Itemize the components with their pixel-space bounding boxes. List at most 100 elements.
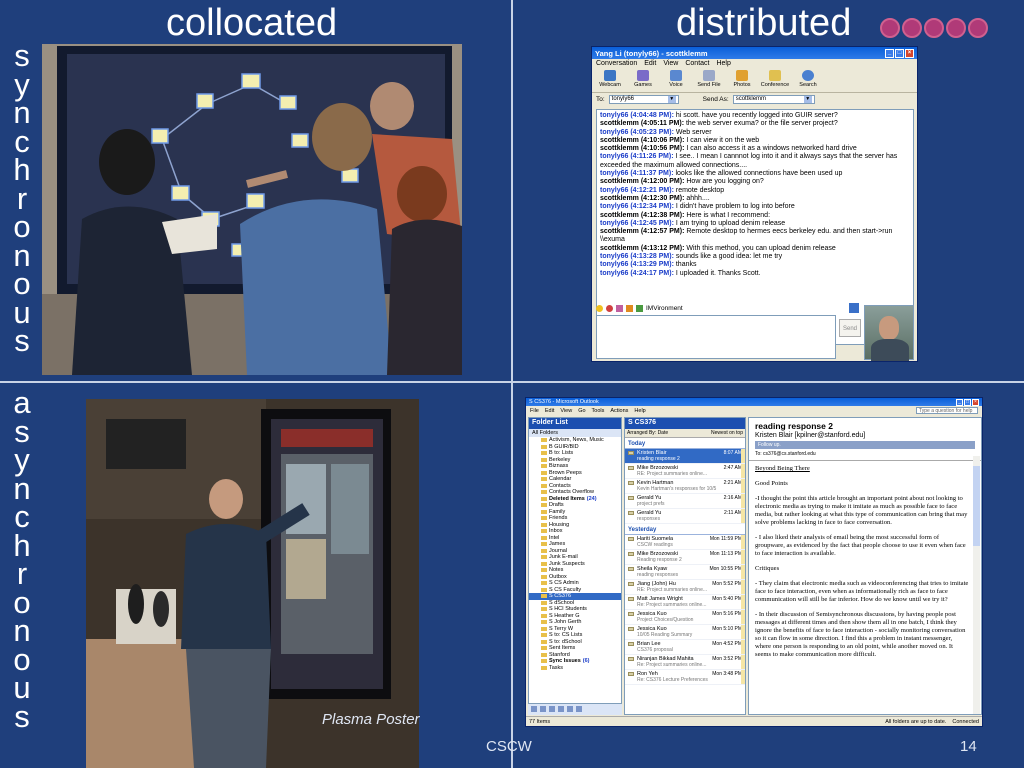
- message-subject: CS376 proposal: [637, 647, 673, 653]
- send-button[interactable]: Send: [839, 319, 861, 337]
- folder-icon: [541, 516, 547, 521]
- flag-icon[interactable]: [741, 509, 745, 523]
- menu-help[interactable]: Help: [716, 60, 730, 68]
- menu-actions[interactable]: Actions: [610, 408, 628, 414]
- message-row[interactable]: Jessica Kuo Mon 5:16 PM Project Choices/Qu…: [625, 610, 745, 625]
- flag-icon[interactable]: [741, 449, 745, 463]
- envelope-icon: [628, 582, 634, 586]
- envelope-icon: [628, 642, 634, 646]
- menu-file[interactable]: File: [530, 408, 539, 414]
- envelope-icon: [628, 537, 634, 541]
- message-sender: scottklemm (4:12:38 PM):: [600, 211, 685, 219]
- group-header[interactable]: Yesterday: [625, 524, 745, 535]
- minimize-icon[interactable]: _: [956, 398, 963, 406]
- send-as-select[interactable]: scottklemm ▼: [732, 94, 815, 104]
- messenger-menubar: Conversation Edit View Contact Help: [592, 59, 917, 69]
- menu-edit[interactable]: Edit: [545, 408, 554, 414]
- flag-icon[interactable]: [741, 479, 745, 493]
- compose-input[interactable]: [596, 315, 836, 359]
- menu-view[interactable]: View: [560, 408, 572, 414]
- message-row[interactable]: Mike Brzozowski 2:47 AM RE: Project summar…: [625, 464, 745, 479]
- folder-icon: [541, 457, 547, 462]
- menu-tools[interactable]: Tools: [592, 408, 605, 414]
- message-row[interactable]: Jessica Kuo Mon 5:10 PM 10/05 Reading Summ…: [625, 625, 745, 640]
- message-row[interactable]: Gerald Yu 2:16 AM project prefs: [625, 494, 745, 509]
- message-row[interactable]: Gerald Yu 2:11 AM responses: [625, 509, 745, 524]
- mail-icon[interactable]: [531, 706, 537, 712]
- flag-icon[interactable]: [741, 580, 745, 594]
- folder-icon: [541, 503, 547, 508]
- reading-paragraph: Good Points: [755, 480, 788, 487]
- voice-button[interactable]: Voice: [664, 70, 688, 91]
- folder-item[interactable]: Tasks: [529, 665, 621, 672]
- folder-icon: [541, 639, 547, 644]
- envelope-icon: [628, 657, 634, 661]
- outlook-titlebar[interactable]: S CS376 - Microsoft Outlook _ □ ×: [526, 398, 982, 406]
- outlook-window[interactable]: S CS376 - Microsoft Outlook _ □ × File Edi…: [525, 397, 983, 727]
- message-row[interactable]: Kevin Hartman 2:21 AM Kevin Hartman's resp…: [625, 479, 745, 494]
- maximize-icon[interactable]: □: [964, 398, 971, 406]
- ask-question-input[interactable]: Type a question for help: [916, 407, 978, 414]
- chat-message: scottklemm (4:13:12 PM): With this metho…: [600, 245, 910, 253]
- synchronous-label: synchronous: [8, 40, 36, 355]
- messenger-titlebar[interactable]: Yang Li (tonyly66) - scottklemm _ □ ×: [592, 47, 917, 59]
- minimize-icon[interactable]: _: [885, 48, 894, 58]
- reading-from[interactable]: Kristen Blair [kpilner@stanford.edu]: [749, 431, 981, 440]
- maximize-icon[interactable]: □: [895, 48, 904, 58]
- send-file-button[interactable]: Send File: [697, 70, 721, 91]
- close-icon[interactable]: ×: [905, 48, 914, 58]
- menu-go[interactable]: Go: [578, 408, 585, 414]
- reading-scrollbar[interactable]: [973, 456, 980, 714]
- flag-icon[interactable]: [741, 464, 745, 478]
- contacts-icon[interactable]: [549, 706, 555, 712]
- message-sender: tonyly66 (4:12:34 PM):: [600, 203, 674, 211]
- flag-icon[interactable]: [741, 625, 745, 639]
- connection-status[interactable]: Connected: [952, 719, 979, 725]
- buddy-icon[interactable]: [849, 303, 859, 313]
- emoticon-icon[interactable]: [596, 305, 603, 312]
- message-row[interactable]: Hariti Suomela Mon 11:59 PM CSCW readings: [625, 535, 745, 550]
- to-select[interactable]: tonyly66 ▼: [608, 94, 679, 104]
- message-row[interactable]: Niranjan Bikkad Mahita Mon 3:52 PM Re: Pro…: [625, 655, 745, 670]
- message-row[interactable]: Jiang (John) Hu Mon 5:52 PM RE: Project su…: [625, 580, 745, 595]
- flag-icon[interactable]: [741, 670, 745, 684]
- flag-icon[interactable]: [741, 595, 745, 609]
- message-row[interactable]: Sheila Kyaw Mon 10:55 PM reading responses: [625, 565, 745, 580]
- audible-icon[interactable]: [616, 305, 623, 312]
- flag-icon[interactable]: [741, 550, 745, 564]
- menu-edit[interactable]: Edit: [644, 60, 656, 68]
- close-icon[interactable]: ×: [972, 398, 979, 406]
- flag-icon[interactable]: [741, 610, 745, 624]
- message-row[interactable]: Matt James Wright Mon 5:40 PM Re: Project …: [625, 595, 745, 610]
- message-row[interactable]: Kristen Blair 8:07 AM reading response 2: [625, 449, 745, 464]
- imvironment-icon[interactable]: [636, 305, 643, 312]
- message-row[interactable]: Mike Brzozowski Mon 11:13 PM Reading respo…: [625, 550, 745, 565]
- all-folders-label: All Folders: [529, 429, 621, 437]
- flag-icon[interactable]: [741, 655, 745, 669]
- group-header[interactable]: Today: [625, 438, 745, 449]
- search-button[interactable]: Search: [796, 70, 820, 91]
- message-subject: CSCW readings: [637, 542, 673, 548]
- flag-icon[interactable]: [741, 640, 745, 654]
- arrange-bar[interactable]: Arranged By: Date Newest on top: [625, 429, 745, 438]
- folder-icon[interactable]: [576, 706, 582, 712]
- message-row[interactable]: Ron Yeh Mon 3:48 PM Re: CS376 Lecture Pref…: [625, 670, 745, 685]
- menu-conversation[interactable]: Conversation: [596, 60, 637, 68]
- wink-icon[interactable]: [606, 305, 613, 312]
- notes-icon[interactable]: [567, 706, 573, 712]
- flag-icon[interactable]: [741, 565, 745, 579]
- photos-button[interactable]: Photos: [730, 70, 754, 91]
- message-row[interactable]: Brian Lee Mon 4:52 PM CS376 proposal: [625, 640, 745, 655]
- conference-button[interactable]: Conference: [761, 70, 789, 91]
- font-icon[interactable]: [626, 305, 633, 312]
- menu-view[interactable]: View: [663, 60, 678, 68]
- tasks-icon[interactable]: [558, 706, 564, 712]
- flag-icon[interactable]: [741, 535, 745, 549]
- flag-icon[interactable]: [741, 494, 745, 508]
- calendar-icon[interactable]: [540, 706, 546, 712]
- menu-help[interactable]: Help: [634, 408, 645, 414]
- webcam-button[interactable]: Webcam: [598, 70, 622, 91]
- messenger-window[interactable]: Yang Li (tonyly66) - scottklemm _ □ × Conv…: [591, 46, 918, 362]
- games-button[interactable]: Games: [631, 70, 655, 91]
- menu-contact[interactable]: Contact: [685, 60, 709, 68]
